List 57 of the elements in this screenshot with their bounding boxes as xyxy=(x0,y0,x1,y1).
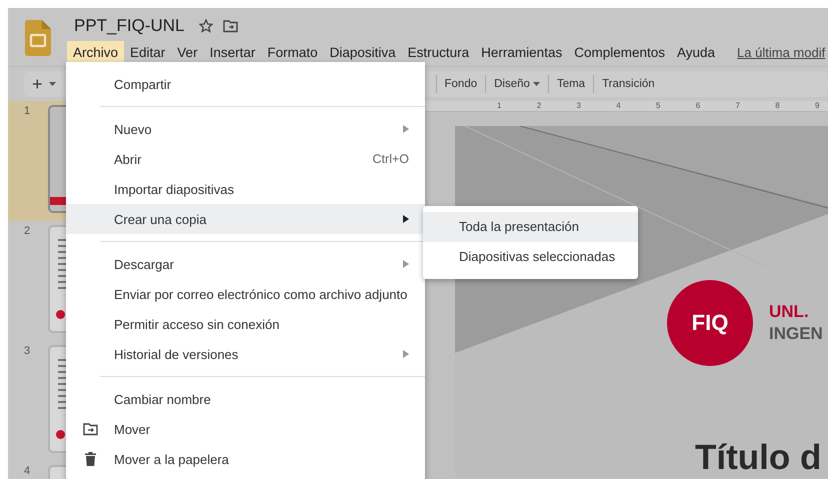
logo-badge: FIQ xyxy=(667,280,753,366)
toolbar-button[interactable]: Diseño xyxy=(486,78,548,90)
menu-item[interactable]: Editar xyxy=(124,40,172,64)
ruler-number: 6 xyxy=(696,101,700,111)
submenu-entry[interactable]: Toda la presentación xyxy=(423,212,638,242)
ruler-number: 3 xyxy=(576,101,581,111)
ruler-number: 5 xyxy=(656,101,660,111)
submenu-entry[interactable]: Diapositivas seleccionadas xyxy=(423,242,638,272)
folder-icon[interactable] xyxy=(222,19,238,33)
slide-number: 2 xyxy=(24,225,32,239)
submenu-arrow-icon xyxy=(403,215,409,223)
slides-file-icon[interactable] xyxy=(25,20,51,56)
menu-item[interactable]: Ver xyxy=(171,40,204,64)
menu-entry[interactable]: Compartir xyxy=(66,69,425,99)
ruler-number: 8 xyxy=(775,101,780,111)
trash-icon xyxy=(84,452,96,466)
menu-item[interactable]: Insertar xyxy=(204,40,262,64)
menu-entry[interactable]: Enviar por correo electrónico como archivo adjunto xyxy=(66,279,425,309)
toolbar-button[interactable]: Fondo xyxy=(436,78,486,90)
brand-text: UNL. xyxy=(769,302,809,322)
folder-icon xyxy=(82,422,98,436)
slide-number: 3 xyxy=(24,345,32,359)
ruler-number: 1 xyxy=(497,101,502,111)
ruler-number: 4 xyxy=(616,101,621,111)
caret-icon xyxy=(532,82,540,86)
submenu-arrow-icon xyxy=(403,350,409,358)
menu-item[interactable]: Ayuda xyxy=(671,40,722,64)
add-button[interactable]: + xyxy=(24,74,64,94)
menu-entry[interactable]: Crear una copia xyxy=(66,204,425,234)
star-icon[interactable] xyxy=(198,19,213,33)
menu-entry[interactable]: Cambiar nombre xyxy=(66,384,425,414)
slide-number: 4 xyxy=(24,465,32,479)
last-edit-link[interactable]: La última modif xyxy=(737,44,826,60)
menu-entry[interactable]: Permitir acceso sin conexión xyxy=(66,309,425,339)
subtitle-text: INGEN xyxy=(769,324,823,344)
ruler-number: 9 xyxy=(815,101,820,111)
menu-entry[interactable]: Mover a la papelera xyxy=(66,444,425,474)
ruler-number: 7 xyxy=(736,101,740,111)
menu-item[interactable]: Diapositiva xyxy=(324,40,402,64)
submenu-arrow-icon xyxy=(403,125,409,133)
slide-title: Título d xyxy=(695,438,822,478)
shortcut-text: Ctrl+O xyxy=(372,152,409,166)
menu-entry[interactable]: Historial de versiones xyxy=(66,339,425,369)
slide-number: 1 xyxy=(24,105,32,119)
toolbar-button[interactable]: Transición xyxy=(594,78,663,90)
caret-icon xyxy=(48,82,56,86)
menu-entry[interactable]: Descargar xyxy=(66,249,425,279)
menu-item[interactable]: Formato xyxy=(261,40,324,64)
menu-item[interactable]: Archivo xyxy=(67,40,124,64)
toolbar-button[interactable]: Tema xyxy=(548,78,594,90)
menu-item[interactable]: Estructura xyxy=(402,40,476,64)
menu-item[interactable]: Complementos xyxy=(568,40,671,64)
ruler-number: 2 xyxy=(536,101,542,111)
submenu-arrow-icon xyxy=(403,260,409,268)
menu-item[interactable]: Herramientas xyxy=(475,40,568,64)
document-title[interactable]: PPT_FIQ-UNL xyxy=(74,16,185,36)
menu-entry[interactable]: Mover xyxy=(66,414,425,444)
